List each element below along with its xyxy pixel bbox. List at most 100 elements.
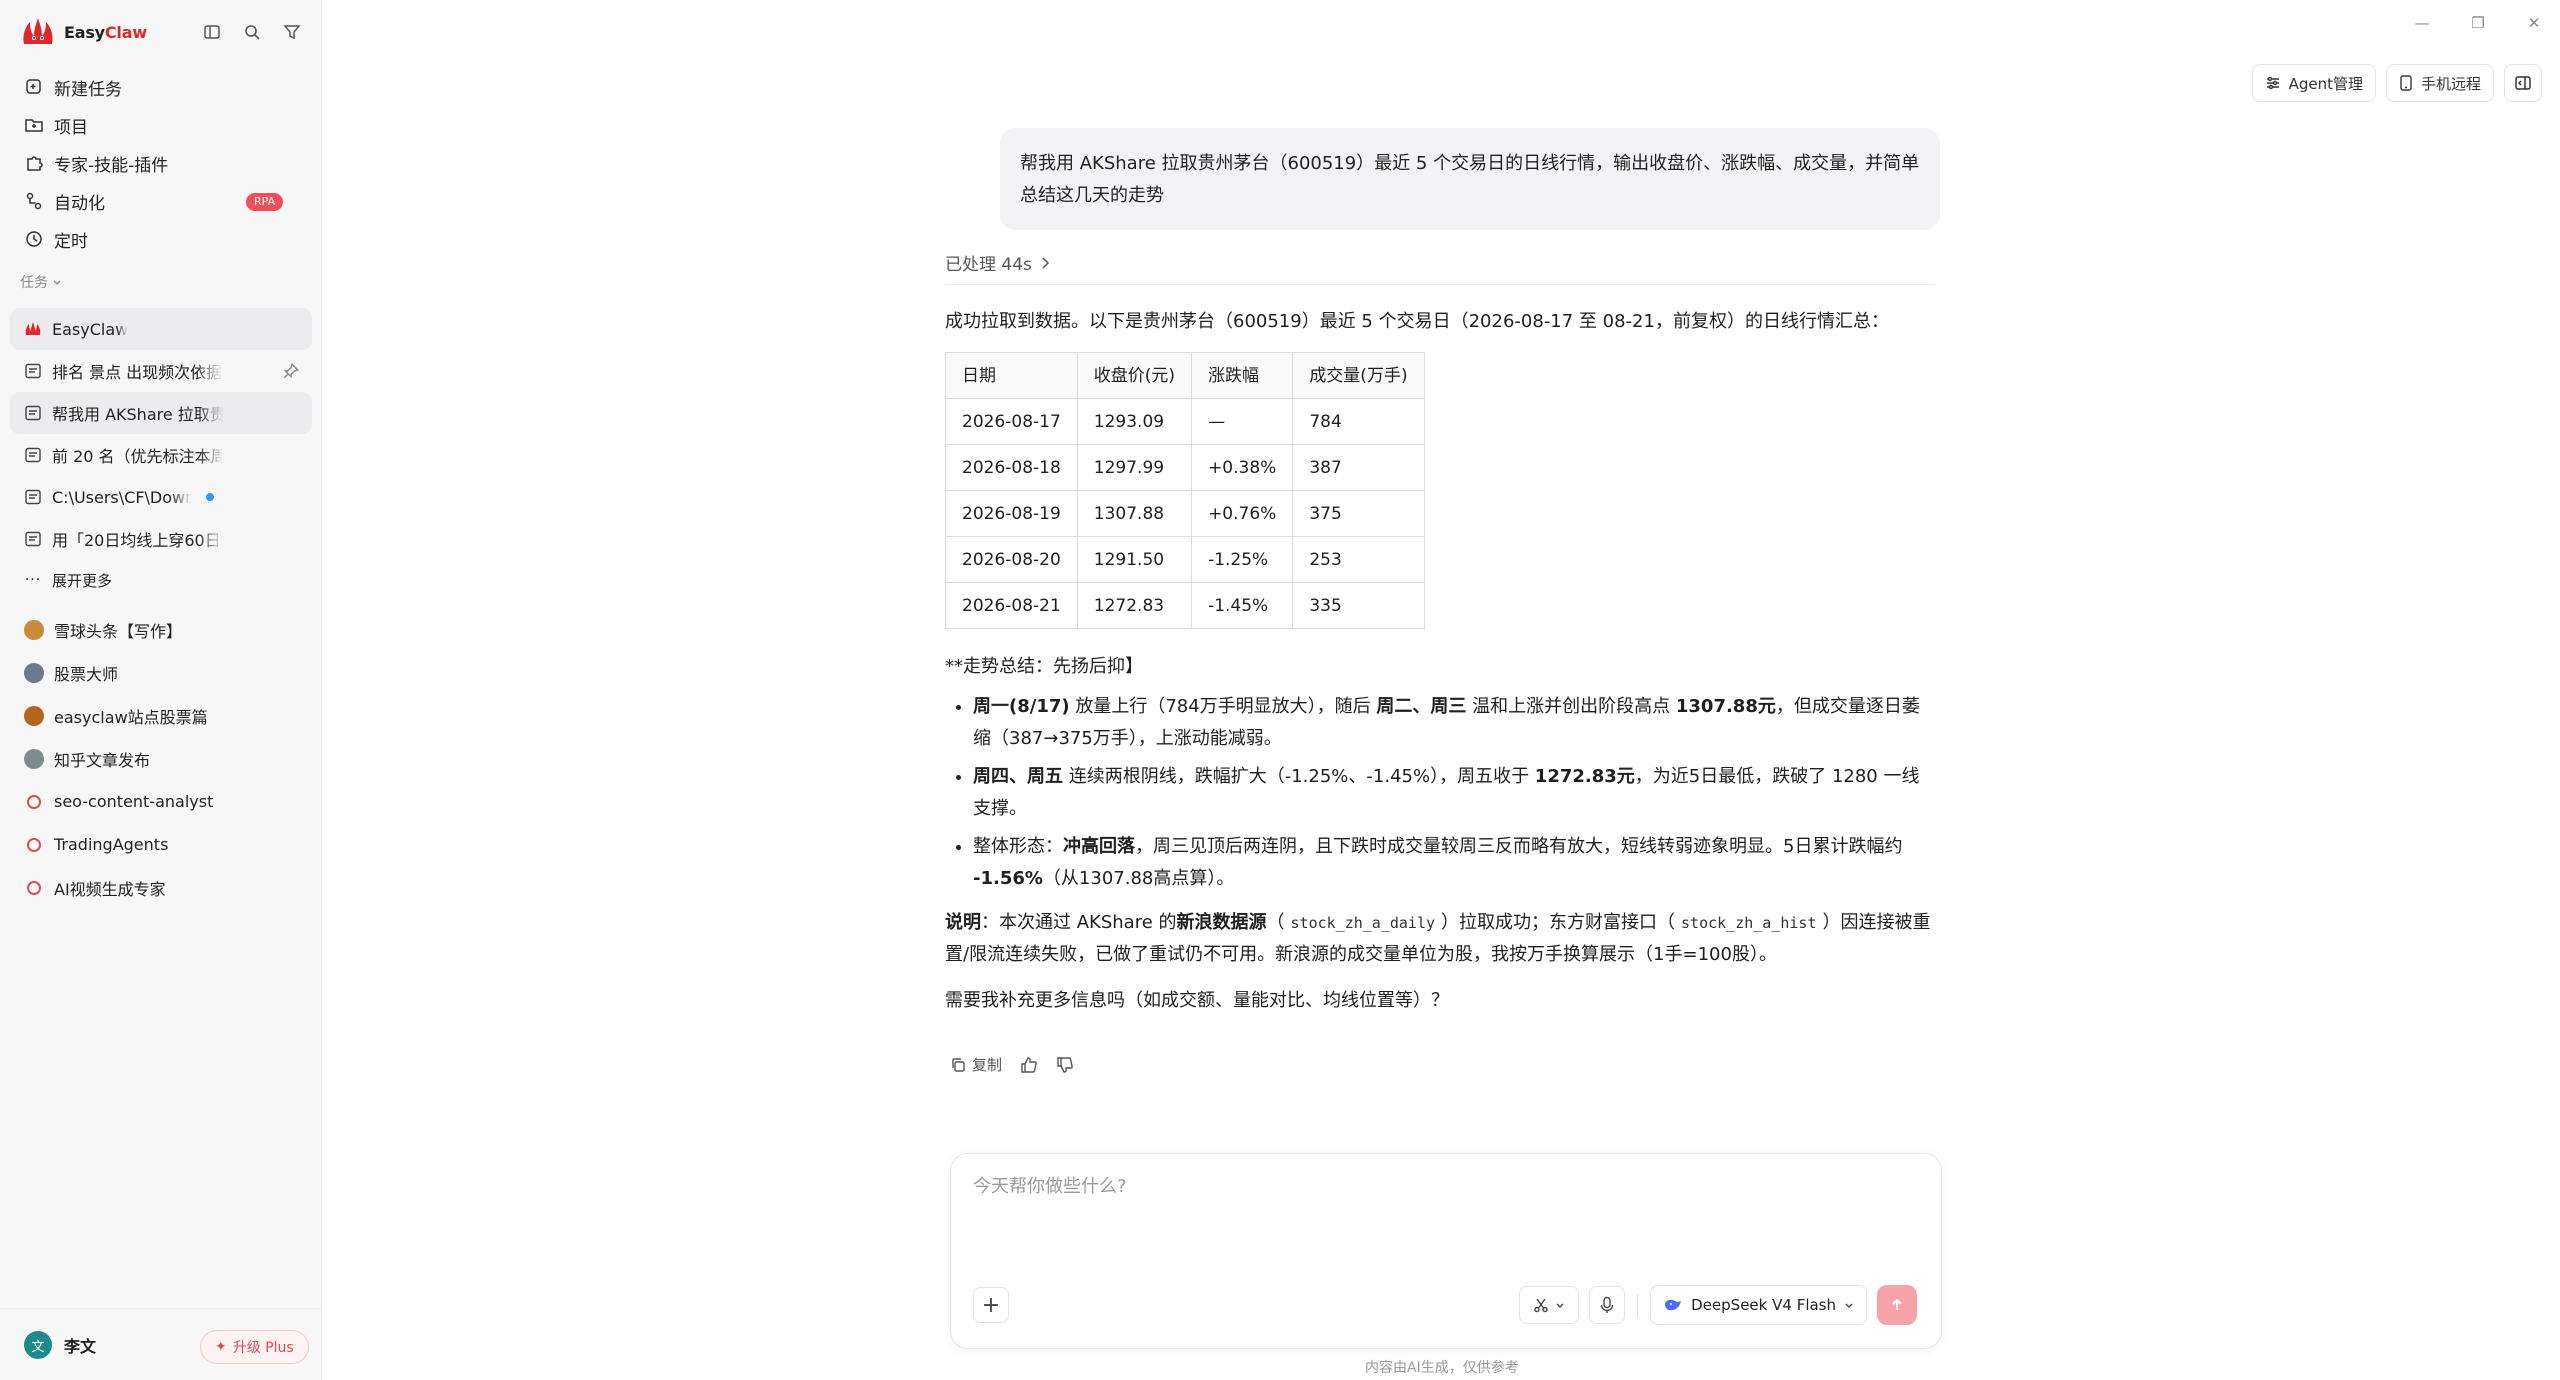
table-header: 成交量(万手) <box>1292 352 1425 399</box>
agent-item[interactable]: 股票大师 <box>10 651 312 694</box>
upgrade-button[interactable]: ✦ 升级 Plus <box>200 1330 309 1364</box>
nav-new-task[interactable]: 新建任务 <box>10 68 312 106</box>
agent-item[interactable]: easyclaw站点股票篇 <box>10 694 312 737</box>
agent-label: easyclaw站点股票篇 <box>54 707 208 727</box>
task-item[interactable]: 用「20日均线上穿60日均线」 <box>10 518 312 560</box>
agent-label: 雪球头条【写作】 <box>54 621 183 641</box>
note-paragraph: 说明：本次通过 AKShare 的新浪数据源（ stock_zh_a_daily ）… <box>945 907 1935 971</box>
nav-label: 新建任务 <box>54 79 122 100</box>
nav-label: 定时 <box>54 231 88 252</box>
task-item-easyclaw[interactable]: EasyClaw <box>10 308 312 350</box>
task-item[interactable]: 排名 景点 出现频次依据 <box>10 350 312 392</box>
agent-item[interactable]: 雪球头条【写作】 <box>10 608 312 651</box>
agent-item[interactable]: seo-content-analyst <box>10 780 312 823</box>
tasks-section-label: 任务 <box>20 275 48 291</box>
folder-icon <box>25 119 43 132</box>
filter-icon[interactable] <box>280 20 304 44</box>
text: （从1307.88高点算）。 <box>1042 868 1235 889</box>
model-selector[interactable]: DeepSeek V4 Flash <box>1650 1285 1867 1325</box>
attach-button[interactable]: + <box>973 1287 1009 1323</box>
user-profile[interactable]: 文 李文 <box>24 1331 96 1359</box>
table-header: 日期 <box>945 352 1078 399</box>
table-row: 2026-08-18 1297.99 +0.38% 387 <box>945 444 1425 491</box>
table-cell: 1291.50 <box>1076 536 1193 583</box>
agent-item[interactable]: 知乎文章发布 <box>10 737 312 780</box>
agent-item[interactable]: AI视频生成专家 <box>10 866 312 909</box>
agent-management-label: Agent管理 <box>2288 74 2363 93</box>
show-more-button[interactable]: ··· 展开更多 <box>10 560 312 600</box>
window-controls: — ❐ ✕ <box>2414 14 2542 32</box>
composer-tools: DeepSeek V4 Flash <box>1519 1285 1917 1325</box>
panel-icon <box>2515 76 2531 90</box>
task-item-current[interactable]: 帮我用 AKShare 拉取贵州茅台 <box>10 392 312 434</box>
processed-toggle[interactable]: 已处理 44s <box>945 250 1050 275</box>
summary-list: 周一(8/17) 放量上行（784万手明显放大），随后 周二、周三 温和上涨并创… <box>945 691 1935 895</box>
table-cell: 2026-08-18 <box>945 444 1078 491</box>
nav-automation[interactable]: 自动化 RPA <box>10 182 312 220</box>
table-cell: 253 <box>1292 536 1425 583</box>
restore-icon[interactable]: ❐ <box>2470 14 2486 32</box>
nav-projects[interactable]: 项目 <box>10 106 312 144</box>
show-more-label: 展开更多 <box>52 571 113 590</box>
task-label: 排名 景点 出现频次依据 <box>52 363 223 382</box>
task-item[interactable]: 前 20 名（优先标注本周活跃 <box>10 434 312 476</box>
microphone-icon <box>1600 1296 1614 1313</box>
puzzle-icon <box>27 156 43 171</box>
copy-button[interactable]: 复制 <box>950 1054 1002 1075</box>
tasks-section-toggle[interactable]: 任务 <box>20 272 62 292</box>
toggle-panel-button[interactable] <box>2504 64 2542 102</box>
thumbs-up-button[interactable] <box>1020 1056 1038 1074</box>
table-cell: 375 <box>1292 490 1425 537</box>
followup-question: 需要我补充更多信息吗（如成交额、量能对比、均线位置等）？ <box>945 990 1449 1011</box>
chevron-down-icon <box>1845 1303 1853 1308</box>
table-row: 2026-08-19 1307.88 +0.76% 375 <box>945 490 1425 537</box>
tools-dropdown[interactable] <box>1519 1286 1580 1324</box>
list-item: 周四、周五 连续两根阴线，跌幅扩大（-1.25%、-1.45%），周五收于 12… <box>973 761 1935 825</box>
sidebar-top-icons <box>200 20 304 44</box>
text: 连续两根阴线，跌幅扩大（-1.25%、-1.45%），周五收于 <box>1063 766 1535 787</box>
table-cell: 2026-08-19 <box>945 490 1078 537</box>
send-button[interactable] <box>1877 1285 1917 1325</box>
upgrade-label: 升级 Plus <box>232 1340 294 1356</box>
phone-remote-label: 手机远程 <box>2420 74 2481 93</box>
app-window: EasyClaw 新建任务 项目 专家-技能-插件 自动化 RPA 定时 任务 … <box>0 0 2560 1380</box>
table-header-row: 日期 收盘价(元) 涨跌幅 成交量(万手) <box>945 352 1425 399</box>
copy-label: 复制 <box>972 1056 1003 1074</box>
deepseek-icon <box>1665 1299 1682 1311</box>
nav-scheduled[interactable]: 定时 <box>10 220 312 258</box>
ai-disclaimer: 内容由AI生成，仅供参考 <box>1365 1360 1519 1376</box>
thumbs-down-button[interactable] <box>1056 1056 1074 1074</box>
divider <box>945 284 1935 285</box>
text: ：本次通过 AKShare 的 <box>981 912 1177 933</box>
search-icon[interactable] <box>240 20 264 44</box>
nav-experts[interactable]: 专家-技能-插件 <box>10 144 312 182</box>
answer-intro: 成功拉取到数据。以下是贵州茅台（600519）最近 5 个交易日（2026-08… <box>945 311 1889 332</box>
chevron-down-icon <box>1556 1303 1564 1308</box>
sliders-icon <box>2266 76 2279 90</box>
phone-remote-button[interactable]: 手机远程 <box>2385 64 2494 102</box>
minimize-icon[interactable]: — <box>2414 14 2430 32</box>
new-task-icon <box>26 79 41 94</box>
agent-management-button[interactable]: Agent管理 <box>2251 64 2376 102</box>
toggle-sidebar-icon[interactable] <box>200 20 224 44</box>
voice-input-button[interactable] <box>1589 1286 1626 1324</box>
table-cell: 2026-08-21 <box>945 582 1078 629</box>
unread-dot <box>206 493 214 501</box>
thumbs-down-icon <box>1057 1056 1073 1073</box>
automation-icon <box>26 192 42 210</box>
table-cell: 1307.88 <box>1076 490 1193 537</box>
task-item[interactable]: C:\Users\CF\Downloads <box>10 476 312 518</box>
table-header: 收盘价(元) <box>1076 352 1193 399</box>
claw-agent-icon <box>27 794 41 809</box>
close-icon[interactable]: ✕ <box>2526 14 2542 32</box>
easyclaw-logo-icon <box>23 18 53 44</box>
table-cell: 2026-08-20 <box>945 536 1078 583</box>
agent-item[interactable]: TradingAgents <box>10 823 312 866</box>
brand-name: EasyClaw <box>64 22 147 42</box>
pin-icon[interactable] <box>282 362 300 380</box>
message-input[interactable] <box>973 1176 1913 1197</box>
text: 放量上行（784万手明显放大），随后 <box>1069 696 1377 717</box>
bold-text: 说明 <box>945 912 981 933</box>
agent-label: 股票大师 <box>54 664 119 684</box>
table-cell: -1.45% <box>1191 582 1294 629</box>
